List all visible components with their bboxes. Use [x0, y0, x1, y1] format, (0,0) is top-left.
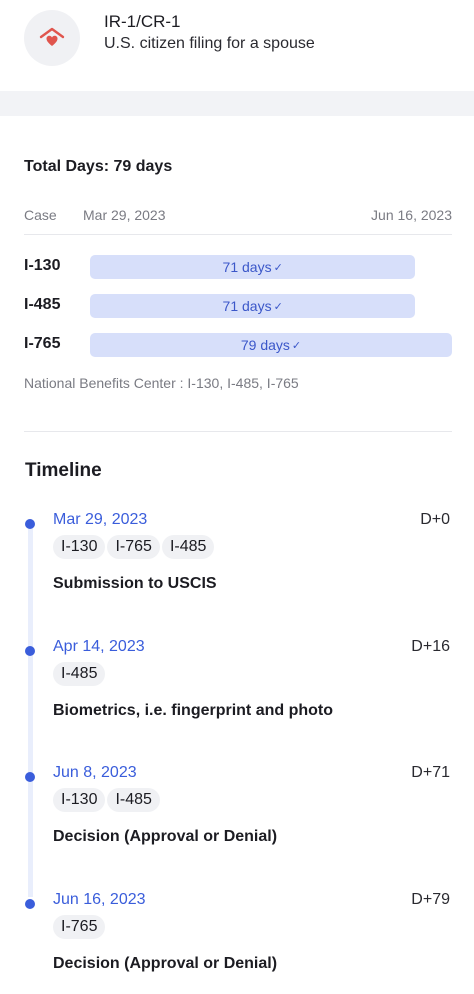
event-day-offset: D+0: [420, 511, 450, 528]
timeline-line: [28, 521, 33, 897]
timeline-dot: [25, 519, 35, 529]
form-chip: I-130: [53, 535, 106, 559]
event-date: Jun 16, 2023: [53, 891, 146, 908]
event-title: Biometrics, i.e. fingerprint and photo: [53, 702, 334, 719]
timeline-title: Timeline: [25, 460, 102, 481]
event-day-offset: D+16: [411, 638, 450, 655]
form-label: I-765: [24, 335, 61, 352]
total-days: Total Days: 79 days: [24, 158, 173, 175]
processing-bar: 71 days ✓: [90, 255, 416, 279]
case-range: Case Mar 29, 2023 Jun 16, 2023: [24, 207, 452, 227]
check-icon: ✓: [291, 339, 302, 352]
event-title: Decision (Approval or Denial): [53, 828, 278, 845]
section-separator: [0, 91, 474, 116]
processing-bar: 79 days ✓: [90, 333, 452, 357]
form-chips: I-485: [53, 662, 106, 686]
check-icon: ✓: [273, 300, 283, 313]
event-date: Apr 14, 2023: [53, 638, 145, 655]
processing-days: 79 days: [240, 337, 290, 353]
check-icon: ✓: [273, 261, 283, 274]
processing-bar: 71 days ✓: [90, 294, 416, 318]
form-chip: I-130: [53, 788, 106, 812]
form-chip: I-765: [53, 915, 106, 939]
case-end-date: Jun 16, 2023: [371, 207, 452, 223]
form-row-i765: I-765 79 days ✓: [24, 333, 452, 357]
divider: [24, 234, 452, 235]
form-chip: I-485: [161, 535, 215, 559]
case-label: Case: [24, 207, 57, 223]
visa-description: U.S. citizen filing for a spouse: [104, 35, 315, 52]
form-label: I-485: [24, 296, 61, 313]
event-day-offset: D+71: [411, 764, 450, 781]
form-chip: I-765: [107, 535, 160, 559]
divider: [24, 431, 452, 432]
form-chips: I-130 I-485: [53, 788, 160, 812]
form-row-i485: I-485 71 days ✓: [24, 294, 452, 318]
form-row-i130: I-130 71 days ✓: [24, 255, 452, 279]
timeline-dot: [25, 772, 35, 782]
service-center-note: National Benefits Center : I-130, I-485,…: [24, 375, 299, 391]
processing-days: 71 days: [222, 259, 272, 275]
case-start-date: Mar 29, 2023: [83, 207, 166, 223]
timeline-dot: [25, 899, 35, 909]
event-title: Submission to USCIS: [53, 575, 217, 592]
processing-days: 71 days: [222, 298, 272, 314]
form-chip: I-485: [53, 662, 106, 686]
home-heart-icon: [24, 10, 80, 66]
event-date: Mar 29, 2023: [53, 511, 148, 528]
form-chips: I-765: [53, 915, 106, 939]
form-label: I-130: [24, 257, 61, 274]
form-chips: I-130 I-765 I-485: [53, 535, 215, 559]
event-title: Decision (Approval or Denial): [53, 955, 278, 972]
event-date: Jun 8, 2023: [53, 764, 137, 781]
timeline-dot: [25, 646, 35, 656]
visa-header: IR-1/CR-1 U.S. citizen filing for a spou…: [0, 0, 474, 90]
form-chip: I-485: [107, 788, 160, 812]
event-day-offset: D+79: [411, 891, 450, 908]
visa-code: IR-1/CR-1: [104, 12, 181, 31]
